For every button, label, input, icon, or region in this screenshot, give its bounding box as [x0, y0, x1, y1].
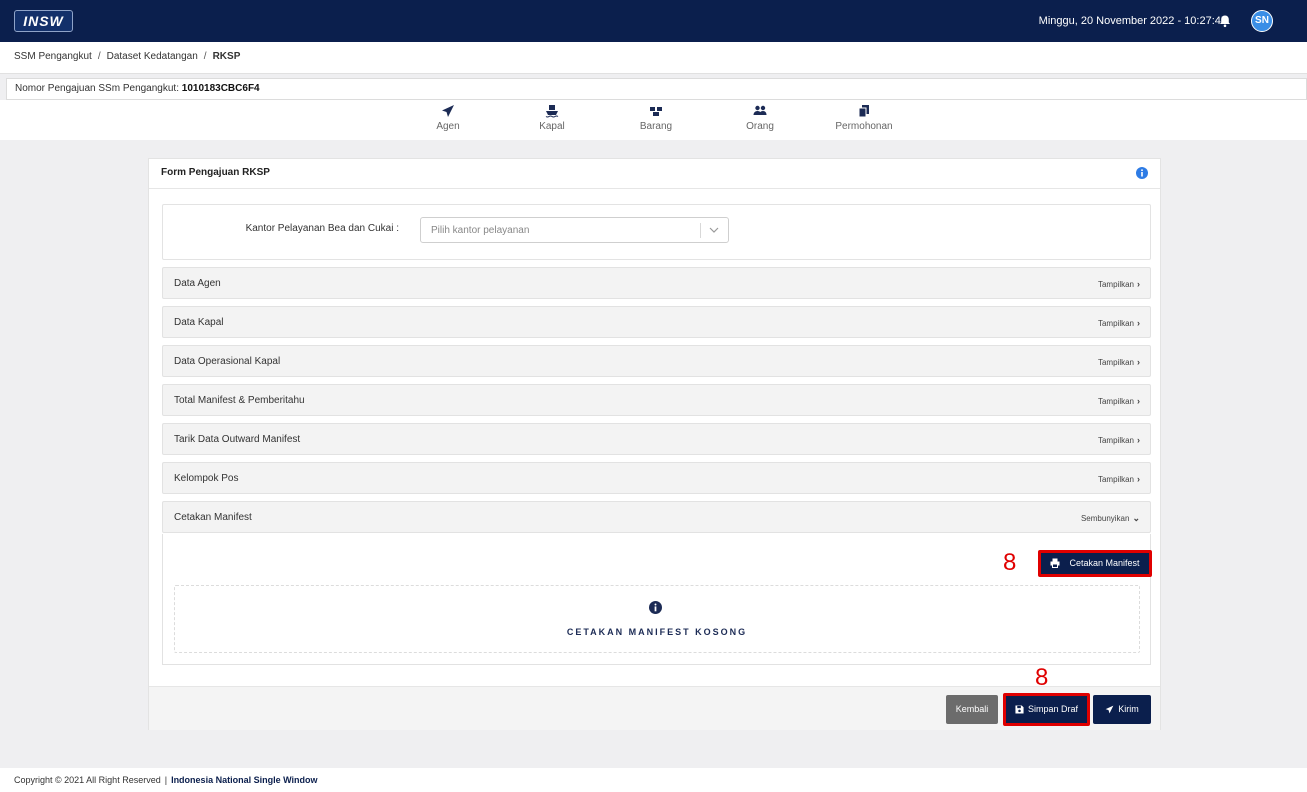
current-datetime: Minggu, 20 November 2022 - 10:27:45: [1038, 15, 1227, 27]
accordion-title: Data Operasional Kapal: [174, 356, 281, 367]
empty-state-text: CETAKAN MANIFEST KOSONG: [566, 627, 748, 637]
step-orang[interactable]: Orang: [730, 104, 790, 132]
footer-separator: |: [164, 775, 168, 785]
accordion-toggle[interactable]: Tampilkan ›: [1098, 396, 1140, 406]
accordion-toggle[interactable]: Sembunyikan ⌄: [1081, 513, 1140, 524]
kantor-pelayanan-box: Kantor Pelayanan Bea dan Cukai : Pilih k…: [162, 204, 1151, 260]
accordion-cetakan-manifest[interactable]: Cetakan Manifest Sembunyikan ⌄: [162, 501, 1151, 533]
users-icon: [753, 105, 767, 115]
accordion-toggle[interactable]: Tampilkan ›: [1098, 357, 1140, 367]
form-panel: Form Pengajuan RKSP Kantor Pelayanan Bea…: [148, 158, 1161, 730]
empty-state-box: CETAKAN MANIFEST KOSONG: [174, 585, 1140, 653]
breadcrumb-item-ssm-pengangkut[interactable]: SSM Pengangkut: [14, 51, 92, 62]
accordion-total-manifest[interactable]: Total Manifest & Pemberitahu Tampilkan ›: [162, 384, 1151, 416]
chevron-right-icon: ›: [1137, 396, 1140, 406]
accordion-title: Total Manifest & Pemberitahu: [174, 395, 305, 406]
step-barang-label: Barang: [639, 121, 673, 132]
top-navbar: INSW Minggu, 20 November 2022 - 10:27:45…: [0, 0, 1307, 42]
accordion-title: Tarik Data Outward Manifest: [174, 434, 301, 445]
nomor-pengajuan-value: 1010183CBC6F4: [181, 83, 260, 94]
step-kapal[interactable]: Kapal: [522, 104, 582, 132]
accordion-toggle[interactable]: Tampilkan ›: [1098, 279, 1140, 289]
annotation-marker: 8: [1003, 549, 1017, 576]
accordion-title: Data Agen: [174, 278, 221, 289]
insw-logo[interactable]: INSW: [14, 10, 73, 32]
nomor-pengajuan-label: Nomor Pengajuan SSm Pengangkut:: [15, 83, 179, 94]
accordion-toggle[interactable]: Tampilkan ›: [1098, 318, 1140, 328]
step-agen[interactable]: Agen: [418, 104, 478, 132]
chevron-right-icon: ›: [1137, 435, 1140, 445]
cetakan-manifest-button[interactable]: Cetakan Manifest: [1038, 550, 1152, 577]
chevron-down-icon: ⌄: [1132, 513, 1140, 523]
chevron-right-icon: ›: [1137, 357, 1140, 367]
accordion-data-agen[interactable]: Data Agen Tampilkan ›: [162, 267, 1151, 299]
step-permohonan-label: Permohonan: [835, 121, 893, 132]
page-footer: Copyright © 2021 All Right Reserved | Indo…: [0, 768, 1307, 792]
form-footer: Kembali Simpan Draf Kirim: [149, 686, 1160, 730]
kembali-button[interactable]: Kembali: [946, 695, 998, 724]
kirim-button[interactable]: Kirim: [1093, 695, 1151, 724]
step-barang[interactable]: Barang: [626, 104, 686, 132]
info-icon: [649, 601, 662, 614]
select-divider: [700, 223, 701, 238]
breadcrumb: SSM Pengangkut / Dataset Kedatangan / RKSP: [0, 42, 1307, 74]
info-icon[interactable]: [1136, 167, 1148, 179]
step-agen-label: Agen: [436, 121, 460, 132]
step-kapal-label: Kapal: [539, 121, 565, 132]
paper-plane-icon: [1105, 705, 1114, 714]
user-avatar[interactable]: SN: [1251, 10, 1273, 32]
kantor-pelayanan-placeholder: Pilih kantor pelayanan: [431, 225, 530, 236]
nomor-pengajuan-bar: Nomor Pengajuan SSm Pengangkut: 1010183C…: [6, 78, 1307, 100]
breadcrumb-current: RKSP: [212, 51, 241, 62]
footer-org-link[interactable]: Indonesia National Single Window: [171, 775, 317, 785]
chevron-right-icon: ›: [1137, 474, 1140, 484]
accordion-title: Cetakan Manifest: [174, 512, 252, 523]
paper-plane-icon: [442, 105, 454, 117]
accordion-title: Kelompok Pos: [174, 473, 239, 484]
chevron-right-icon: ›: [1137, 279, 1140, 289]
form-header: Form Pengajuan RKSP: [149, 159, 1160, 189]
simpan-draf-button[interactable]: Simpan Draf: [1003, 693, 1090, 726]
accordion-kelompok-pos[interactable]: Kelompok Pos Tampilkan ›: [162, 462, 1151, 494]
documents-icon: [858, 105, 869, 118]
boxes-icon: [650, 107, 662, 116]
chevron-right-icon: ›: [1137, 318, 1140, 328]
accordion-title: Data Kapal: [174, 317, 224, 328]
kantor-pelayanan-label: Kantor Pelayanan Bea dan Cukai :: [245, 223, 399, 234]
form-title: Form Pengajuan RKSP: [161, 167, 270, 178]
step-orang-label: Orang: [746, 121, 774, 132]
accordion-data-operasional-kapal[interactable]: Data Operasional Kapal Tampilkan ›: [162, 345, 1151, 377]
cetakan-manifest-body: 8 Cetakan Manifest CETAKAN MANIFEST KOSO…: [162, 534, 1152, 665]
kantor-pelayanan-select[interactable]: Pilih kantor pelayanan: [420, 217, 729, 243]
accordion-toggle[interactable]: Tampilkan ›: [1098, 435, 1140, 445]
step-navigation: Agen Kapal Barang Orang Permohonan: [0, 100, 1307, 140]
print-icon: [1050, 558, 1060, 568]
step-permohonan[interactable]: Permohonan: [834, 104, 894, 132]
breadcrumb-item-dataset-kedatangan[interactable]: Dataset Kedatangan: [107, 51, 198, 62]
accordion-tarik-data-outward[interactable]: Tarik Data Outward Manifest Tampilkan ›: [162, 423, 1151, 455]
bell-icon[interactable]: [1218, 14, 1232, 28]
save-icon: [1015, 705, 1024, 714]
breadcrumb-separator: /: [203, 51, 207, 62]
accordion-data-kapal[interactable]: Data Kapal Tampilkan ›: [162, 306, 1151, 338]
accordion-toggle[interactable]: Tampilkan ›: [1098, 474, 1140, 484]
copyright-text: Copyright © 2021 All Right Reserved: [14, 775, 161, 785]
breadcrumb-separator: /: [97, 51, 101, 62]
ship-icon: [545, 105, 559, 118]
chevron-down-icon: [709, 227, 719, 233]
